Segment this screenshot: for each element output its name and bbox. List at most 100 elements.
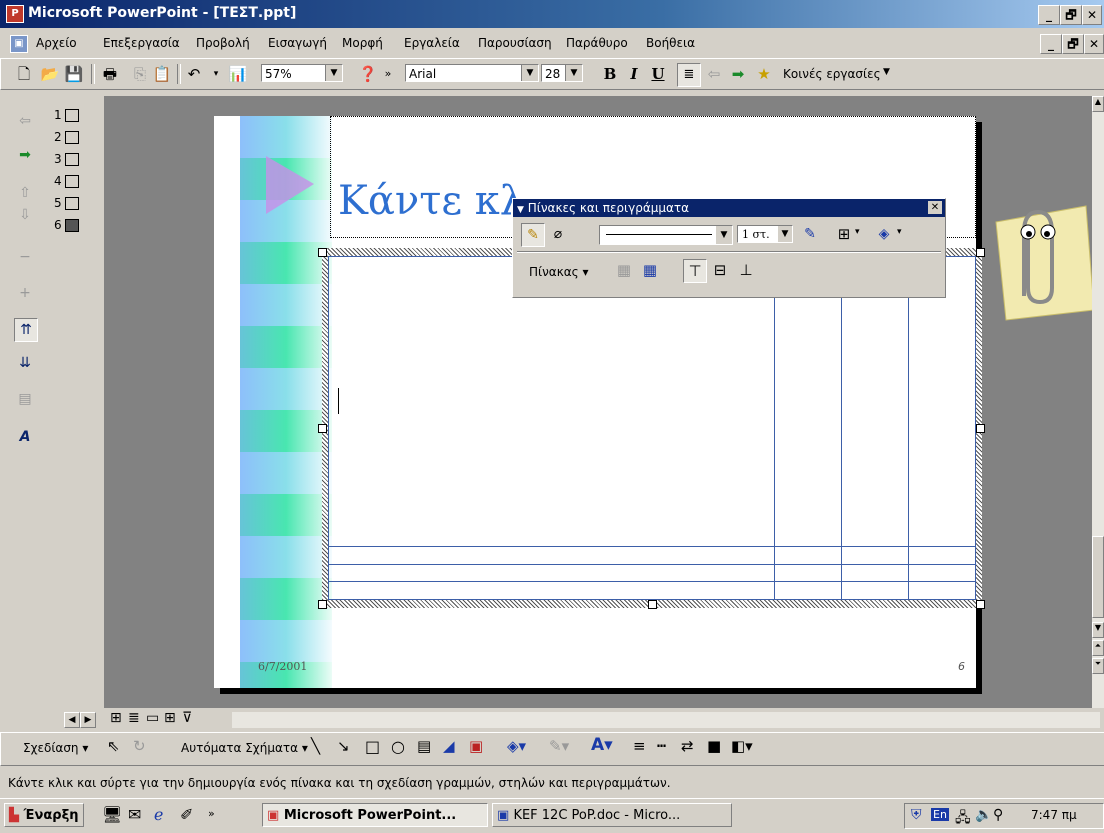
menu-file[interactable]: Αρχείο: [36, 36, 77, 50]
oval-tool-icon[interactable]: ○: [391, 737, 405, 756]
scroll-right-icon[interactable]: ▶: [80, 712, 96, 728]
slide-sorter-icon[interactable]: ⊞: [164, 710, 176, 726]
align-left-icon[interactable]: ≣: [677, 63, 701, 87]
previous-slide-icon[interactable]: ⏶: [1092, 640, 1104, 656]
promote-arrow-icon[interactable]: ⇦: [703, 63, 725, 85]
table-cell[interactable]: [908, 563, 976, 583]
table-cell[interactable]: [908, 581, 976, 600]
help-icon[interactable]: ❓: [357, 63, 379, 85]
text-box-icon[interactable]: ▤: [417, 737, 431, 755]
demote-icon[interactable]: ➡: [14, 144, 36, 166]
select-pointer-icon[interactable]: ⇖: [107, 737, 120, 755]
antivirus-shield-icon[interactable]: ⛨: [911, 807, 922, 823]
resize-handle[interactable]: [318, 248, 327, 257]
menu-insert[interactable]: Εισαγωγή: [268, 36, 327, 50]
zoom-combo[interactable]: 57% ▼: [261, 64, 343, 82]
table-cell[interactable]: [908, 256, 976, 547]
chevron-down-icon[interactable]: ▼: [565, 65, 582, 81]
office-assistant-clippy-icon[interactable]: [976, 192, 1094, 324]
chevron-down-icon[interactable]: ▼: [521, 65, 538, 81]
font-combo[interactable]: Arial ▼: [405, 64, 539, 82]
save-disk-icon[interactable]: 💾: [63, 63, 85, 85]
menu-tools[interactable]: Εργαλεία: [404, 36, 460, 50]
demote-arrow-icon[interactable]: ➡: [727, 63, 749, 85]
open-folder-icon[interactable]: 📂: [39, 63, 61, 85]
scroll-down-arrow-icon[interactable]: ▼: [1092, 622, 1104, 638]
close-button[interactable]: ✕: [1082, 5, 1102, 25]
vertical-scrollbar[interactable]: ▲ ▼ ⏶ ⏷: [1092, 96, 1104, 708]
table-cell[interactable]: [327, 563, 776, 583]
close-icon[interactable]: ✕: [928, 201, 942, 214]
table-cell[interactable]: [841, 581, 910, 600]
more-quicklaunch-icon[interactable]: »: [208, 807, 215, 820]
slide-table[interactable]: [327, 256, 976, 600]
chevron-down-icon[interactable]: ▼: [716, 226, 732, 244]
insert-chart-icon[interactable]: 📊: [227, 63, 249, 85]
document-icon[interactable]: ▣: [10, 35, 28, 53]
table-cell[interactable]: [774, 563, 843, 583]
split-cell-icon[interactable]: ▦: [639, 259, 661, 281]
chevron-down-icon[interactable]: ▾: [855, 227, 860, 237]
print-icon[interactable]: 🖶: [99, 63, 121, 85]
table-menu-button[interactable]: Πίνακας ▾: [529, 265, 589, 279]
promote-icon[interactable]: ⇦: [14, 110, 36, 132]
doc-restore-button[interactable]: 🗗: [1062, 34, 1084, 54]
line-color-icon[interactable]: ✎▾: [549, 737, 569, 755]
underline-button[interactable]: U: [647, 63, 669, 85]
quicklaunch-icon[interactable]: ✐: [180, 805, 193, 824]
align-bottom-icon[interactable]: ⊥: [735, 259, 757, 281]
menu-view[interactable]: Προβολή: [196, 36, 250, 50]
fill-color-bucket-icon[interactable]: ◈: [873, 223, 895, 245]
language-indicator[interactable]: En: [931, 808, 949, 821]
draw-menu-button[interactable]: Σχεδίαση ▾: [23, 741, 88, 755]
table-cell[interactable]: [841, 563, 910, 583]
free-rotate-icon[interactable]: ↻: [133, 737, 146, 755]
summary-slide-icon[interactable]: ▤: [14, 388, 36, 410]
resize-handle[interactable]: [648, 600, 657, 609]
table-cell[interactable]: [327, 581, 776, 600]
outline-item[interactable]: 4: [54, 174, 94, 196]
minimize-button[interactable]: _: [1038, 5, 1060, 25]
horizontal-scrollbar[interactable]: [232, 712, 1100, 728]
expand-all-icon[interactable]: ⇊: [14, 352, 36, 374]
slideshow-icon[interactable]: ⊽: [182, 710, 192, 726]
autoshapes-menu-button[interactable]: Αυτόματα Σχήματα ▾: [181, 741, 308, 755]
table-cell[interactable]: [774, 256, 843, 547]
volume-icon[interactable]: 🔈: [975, 807, 992, 823]
doc-close-button[interactable]: ✕: [1084, 34, 1104, 54]
desktop-icon[interactable]: 🖥: [102, 805, 122, 824]
scroll-up-arrow-icon[interactable]: ▲: [1092, 96, 1104, 112]
3d-icon[interactable]: ◧▾: [731, 737, 753, 755]
font-size-combo[interactable]: 28 ▼: [541, 64, 583, 82]
arrow-tool-icon[interactable]: ↘: [337, 737, 350, 755]
collapse-all-icon[interactable]: ⇈: [14, 318, 38, 342]
move-down-icon[interactable]: ⇩: [14, 204, 36, 226]
scrollbar-thumb[interactable]: [1092, 536, 1104, 618]
normal-view-icon[interactable]: ⊞: [110, 710, 122, 726]
show-formatting-icon[interactable]: A: [14, 426, 36, 448]
chevron-down-icon[interactable]: ▼: [883, 67, 890, 77]
rectangle-tool-icon[interactable]: □: [365, 737, 380, 756]
menu-edit[interactable]: Επεξεργασία: [103, 36, 180, 50]
common-tasks-button[interactable]: Κοινές εργασίες: [783, 67, 881, 81]
draw-table-pencil-icon[interactable]: ✎: [521, 223, 545, 247]
move-up-icon[interactable]: ⇧: [14, 182, 36, 204]
arrow-style-icon[interactable]: ⇄: [681, 737, 694, 755]
undo-dropdown-icon[interactable]: ▾: [205, 63, 227, 85]
outline-view-icon[interactable]: ≣: [128, 710, 140, 726]
merge-cells-icon[interactable]: ▦: [613, 259, 635, 281]
slide-view-icon[interactable]: ▭: [146, 710, 159, 726]
internet-explorer-icon[interactable]: ℯ: [154, 805, 163, 824]
paste-icon[interactable]: 📋: [151, 63, 173, 85]
tray-app-icon[interactable]: ⚲: [993, 807, 1003, 823]
common-tasks-icon[interactable]: ★: [753, 63, 775, 85]
bold-button[interactable]: B: [599, 63, 621, 85]
taskbar-word-button[interactable]: ▣ KEF 12C PoP.doc - Micro...: [492, 803, 732, 827]
next-slide-icon[interactable]: ⏷: [1092, 658, 1104, 674]
table-cell[interactable]: [774, 545, 843, 565]
menu-format[interactable]: Μορφή: [342, 36, 383, 50]
chevron-down-icon[interactable]: ▼: [325, 65, 342, 81]
fill-color-icon[interactable]: ◈▾: [507, 737, 526, 755]
resize-handle[interactable]: [976, 600, 985, 609]
tables-toolbar-titlebar[interactable]: ▼ Πίνακες και περιγράμματα ✕: [513, 199, 945, 217]
